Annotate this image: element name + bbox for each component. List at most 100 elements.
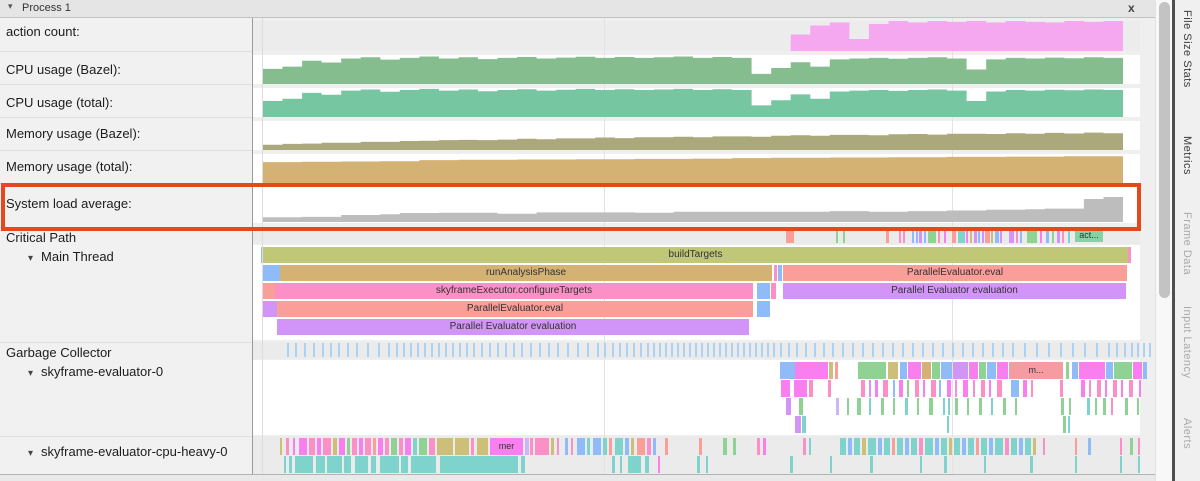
gc-tick[interactable]	[689, 343, 691, 357]
cpu-heavy-slice[interactable]	[1043, 438, 1045, 455]
evaluator-slice[interactable]	[1066, 362, 1069, 379]
collapse-arrow-icon[interactable]: ▾	[28, 448, 33, 459]
gc-tick[interactable]	[1108, 343, 1110, 357]
cpu-heavy-slice[interactable]	[455, 438, 469, 455]
critical-path-segment[interactable]	[1040, 229, 1042, 243]
flame-bar[interactable]: buildTargets	[263, 247, 1128, 263]
cpu-heavy-slice[interactable]	[535, 438, 549, 455]
gc-tick[interactable]	[1124, 343, 1126, 357]
cpu-heavy-slice[interactable]	[477, 438, 488, 455]
cpu-heavy-slice[interactable]	[733, 438, 736, 455]
critical-path-segment[interactable]	[952, 229, 956, 243]
cpu-heavy-slice[interactable]	[359, 438, 363, 455]
evaluator-slice[interactable]	[780, 362, 795, 379]
cpu-heavy-slice[interactable]	[525, 438, 529, 455]
evaluator-slice[interactable]	[1003, 398, 1006, 415]
critical-path-segment[interactable]	[886, 229, 889, 243]
cpu-heavy-slice[interactable]	[327, 456, 342, 473]
cpu-heavy-slice[interactable]	[848, 438, 852, 455]
evaluator-slice[interactable]	[795, 416, 801, 433]
flame-bar[interactable]	[1128, 247, 1131, 263]
cpu-heavy-slice[interactable]	[949, 438, 952, 455]
evaluator-slice[interactable]	[973, 380, 975, 397]
cpu-heavy-slice[interactable]	[665, 438, 668, 455]
gc-tick[interactable]	[972, 343, 974, 357]
vertical-scrollbar-thumb[interactable]	[1159, 2, 1170, 298]
counter-chart-memory-usage-total-[interactable]	[263, 154, 1123, 183]
process-header[interactable]: ▾ Process 1 x	[0, 0, 1155, 18]
cpu-heavy-slice[interactable]	[625, 438, 629, 455]
cpu-heavy-slice[interactable]	[612, 456, 615, 473]
tab-alerts[interactable]: Alerts	[1181, 418, 1193, 449]
gc-tick[interactable]	[912, 343, 914, 357]
gc-tick[interactable]	[633, 343, 635, 357]
evaluator-slice[interactable]	[987, 362, 996, 379]
critical-path-segment[interactable]	[982, 229, 984, 243]
evaluator-slice[interactable]	[1011, 380, 1019, 397]
evaluator-slice[interactable]	[794, 380, 807, 397]
cpu-heavy-slice[interactable]	[854, 438, 860, 455]
evaluator-slice[interactable]	[1143, 362, 1147, 379]
evaluator-slice[interactable]	[953, 362, 968, 379]
critical-path-segment[interactable]	[899, 229, 901, 243]
cpu-heavy-slice[interactable]	[295, 456, 313, 473]
critical-path-segment[interactable]	[1009, 229, 1014, 243]
gc-tick[interactable]	[1149, 343, 1151, 357]
evaluator-slice[interactable]	[969, 362, 978, 379]
evaluator-slice[interactable]	[857, 398, 861, 415]
evaluator-slice[interactable]	[900, 362, 907, 379]
gc-tick[interactable]	[852, 343, 854, 357]
critical-path-segment[interactable]	[836, 229, 838, 243]
cpu-heavy-slice[interactable]	[870, 456, 873, 473]
counter-chart-system-load-average[interactable]	[263, 190, 1123, 222]
gc-tick[interactable]	[882, 343, 884, 357]
gc-tick[interactable]	[1048, 343, 1050, 357]
gc-tick[interactable]	[761, 343, 763, 357]
cpu-heavy-slice[interactable]	[631, 438, 634, 455]
tab-frame-data[interactable]: Frame Data	[1181, 212, 1193, 275]
gc-tick[interactable]	[773, 343, 775, 357]
gc-tick[interactable]	[367, 343, 369, 357]
cpu-heavy-slice[interactable]	[803, 438, 806, 455]
evaluator-slice[interactable]	[1097, 380, 1101, 397]
cpu-heavy-slice[interactable]	[919, 438, 923, 455]
cpu-heavy-slice[interactable]	[413, 438, 417, 455]
cpu-heavy-slice[interactable]	[309, 438, 315, 455]
gc-tick[interactable]	[424, 343, 426, 357]
gc-tick[interactable]	[719, 343, 721, 357]
gc-tick[interactable]	[788, 343, 790, 357]
evaluator-slice[interactable]	[929, 398, 933, 415]
counter-chart-memory-usage-bazel-[interactable]	[263, 121, 1123, 150]
evaluator-slice[interactable]: m...	[1009, 362, 1063, 379]
evaluator-slice[interactable]	[907, 380, 909, 397]
gc-tick[interactable]	[587, 343, 589, 357]
cpu-heavy-slice[interactable]	[1088, 438, 1091, 455]
gc-tick[interactable]	[505, 343, 507, 357]
critical-path-segment[interactable]	[786, 229, 794, 243]
gc-tick[interactable]	[1036, 343, 1038, 357]
evaluator-slice[interactable]	[955, 398, 958, 415]
tab-file-size-stats[interactable]: File Size Stats	[1181, 10, 1193, 88]
cpu-heavy-slice[interactable]	[809, 438, 811, 455]
evaluator-slice[interactable]	[893, 398, 895, 415]
gc-tick[interactable]	[992, 343, 994, 357]
gc-tick[interactable]	[872, 343, 874, 357]
collapse-arrow-icon[interactable]: ▾	[28, 253, 33, 264]
gc-tick[interactable]	[287, 343, 289, 357]
evaluator-slice[interactable]	[847, 398, 849, 415]
evaluator-slice[interactable]	[881, 398, 884, 415]
gc-tick[interactable]	[1012, 343, 1014, 357]
gc-tick[interactable]	[796, 343, 798, 357]
gc-tick[interactable]	[1116, 343, 1118, 357]
gc-tick[interactable]	[313, 343, 315, 357]
cpu-heavy-slice[interactable]	[316, 456, 325, 473]
cpu-heavy-slice[interactable]	[984, 456, 986, 473]
critical-path-segment[interactable]	[1046, 229, 1049, 243]
cpu-heavy-slice[interactable]	[1019, 438, 1023, 455]
evaluator-slice[interactable]	[1069, 398, 1071, 415]
cpu-heavy-slice[interactable]	[976, 438, 979, 455]
evaluator-slice[interactable]	[888, 362, 898, 379]
evaluator-slice[interactable]	[908, 362, 921, 379]
flame-bar[interactable]: skyframeExecutor.configureTargets	[275, 283, 753, 299]
evaluator-slice[interactable]	[943, 398, 945, 415]
